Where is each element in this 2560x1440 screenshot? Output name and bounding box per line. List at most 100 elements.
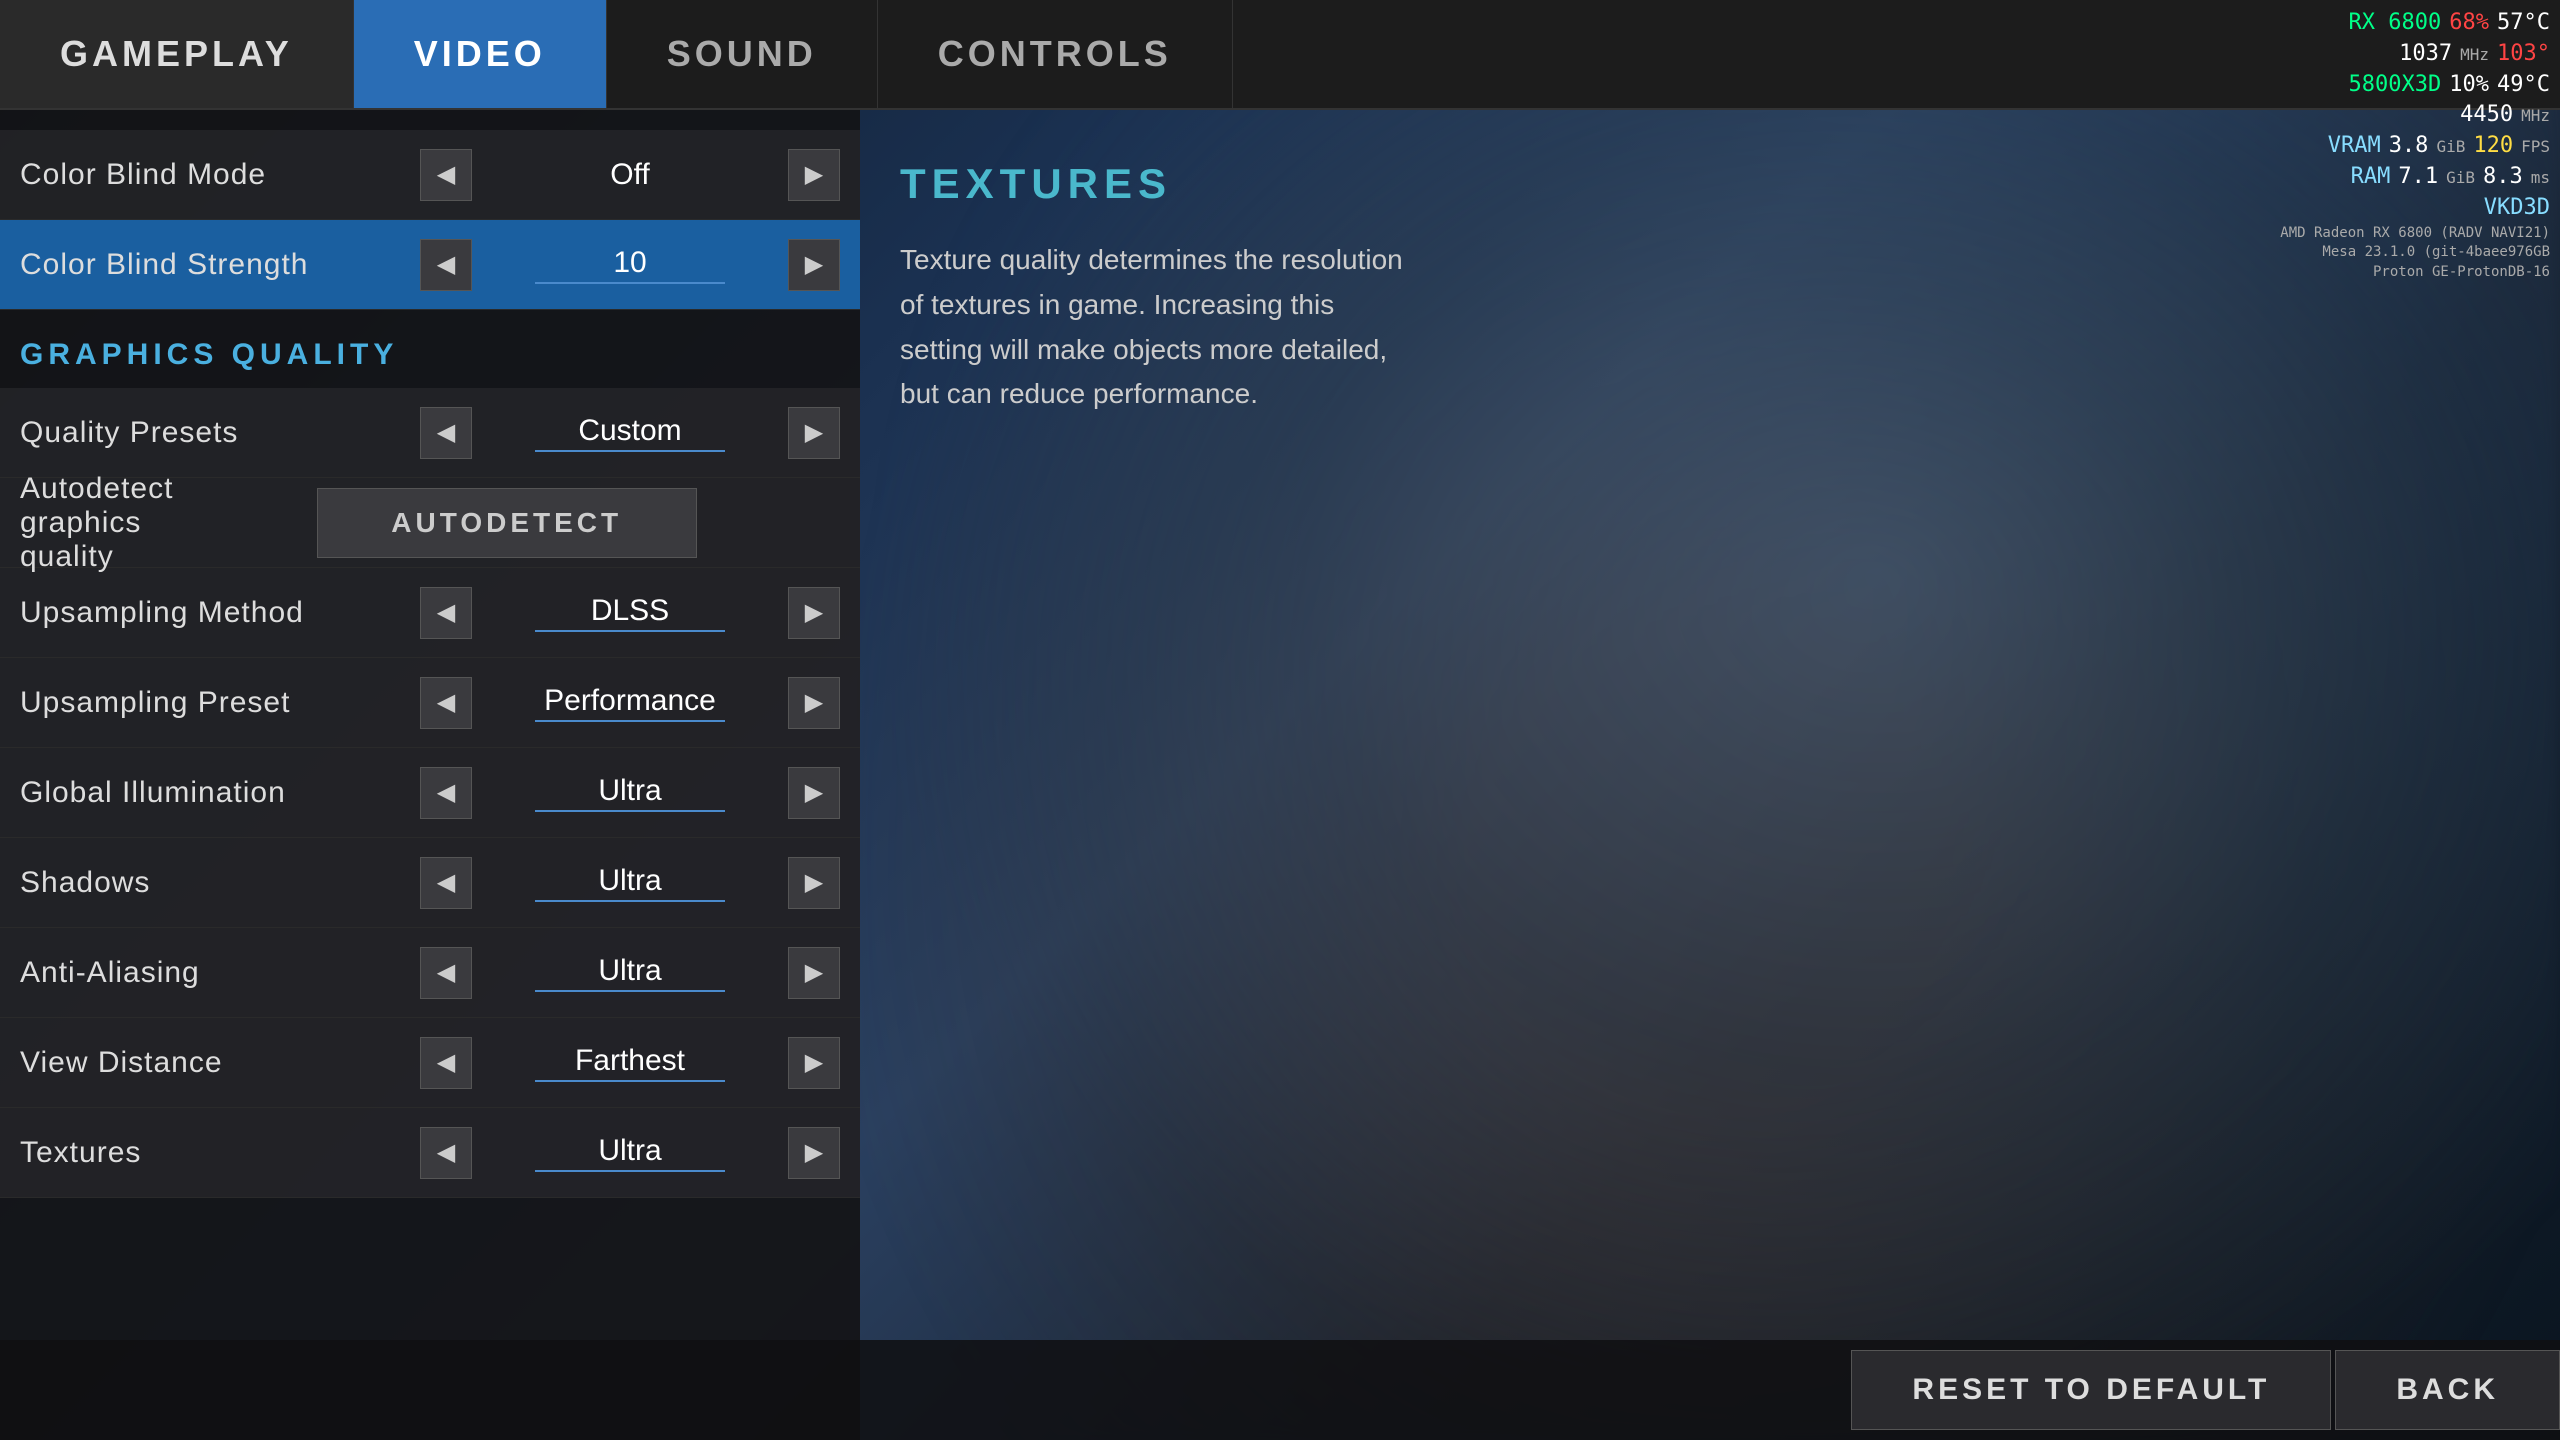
hud-mesa-info: Mesa 23.1.0 (git-4baee976GB xyxy=(2322,243,2550,263)
upsampling-preset-value: Performance xyxy=(472,684,788,722)
anti-aliasing-control: ◀ Ultra ▶ xyxy=(420,947,840,999)
hud-vram-val: 3.8 xyxy=(2389,131,2429,162)
setting-row-autodetect: Autodetect graphics quality AUTODETECT xyxy=(0,478,860,568)
textures-value: Ultra xyxy=(472,1134,788,1172)
hud-row-5: VRAM 3.8 GiB 120 FPS xyxy=(2280,131,2550,162)
quality-presets-label: Quality Presets xyxy=(20,416,420,450)
color-blind-strength-next[interactable]: ▶ xyxy=(788,239,840,291)
view-distance-prev[interactable]: ◀ xyxy=(420,1037,472,1089)
autodetect-label: Autodetect graphics quality xyxy=(20,472,173,574)
upsampling-preset-prev[interactable]: ◀ xyxy=(420,677,472,729)
hud-gpu-usage: 68% xyxy=(2449,8,2489,39)
color-blind-strength-control: ◀ 10 ▶ xyxy=(420,239,840,291)
setting-row-shadows: Shadows ◀ Ultra ▶ xyxy=(0,838,860,928)
quality-presets-prev[interactable]: ◀ xyxy=(420,407,472,459)
setting-row-color-blind-strength: Color Blind Strength ◀ 10 ▶ xyxy=(0,220,860,310)
upsampling-preset-next[interactable]: ▶ xyxy=(788,677,840,729)
color-blind-strength-label: Color Blind Strength xyxy=(20,248,420,282)
shadows-value: Ultra xyxy=(472,864,788,902)
hud-vram-label: VRAM xyxy=(2328,131,2381,162)
anti-aliasing-prev[interactable]: ◀ xyxy=(420,947,472,999)
textures-underline xyxy=(535,1170,725,1172)
hud-fps-val: 120 xyxy=(2473,131,2513,162)
hud-row-2: 1037 MHz 103° xyxy=(2280,39,2550,70)
global-illumination-underline xyxy=(535,810,725,812)
setting-row-global-illumination: Global Illumination ◀ Ultra ▶ xyxy=(0,748,860,838)
hud-vkd3d-label: VKD3D xyxy=(2484,193,2550,224)
hud-row-3: 5800X3D 10% 49°C xyxy=(2280,70,2550,101)
view-distance-control: ◀ Farthest ▶ xyxy=(420,1037,840,1089)
view-distance-underline xyxy=(535,1080,725,1082)
color-blind-mode-value: Off xyxy=(472,158,788,192)
hud-row-mesa: Mesa 23.1.0 (git-4baee976GB xyxy=(2280,243,2550,263)
hud-vram-unit: GiB xyxy=(2436,136,2465,158)
tab-video[interactable]: VIDEO xyxy=(354,0,607,108)
hud-ram-label: RAM xyxy=(2351,162,2391,193)
settings-scroll[interactable]: Color Blind Mode ◀ Off ▶ Color Blind Str… xyxy=(0,110,860,1440)
setting-row-textures: Textures ◀ Ultra ▶ xyxy=(0,1108,860,1198)
textures-prev[interactable]: ◀ xyxy=(420,1127,472,1179)
quality-presets-next[interactable]: ▶ xyxy=(788,407,840,459)
color-blind-strength-value: 10 xyxy=(472,246,788,284)
tab-gameplay[interactable]: GAMEPLAY xyxy=(0,0,354,108)
shadows-underline xyxy=(535,900,725,902)
global-illumination-control: ◀ Ultra ▶ xyxy=(420,767,840,819)
hud-ms-unit: ms xyxy=(2531,167,2550,189)
upsampling-method-underline xyxy=(535,630,725,632)
textures-control: ◀ Ultra ▶ xyxy=(420,1127,840,1179)
back-button[interactable]: BACK xyxy=(2335,1350,2560,1430)
main-container: GAMEPLAY VIDEO SOUND CONTROLS Color Blin… xyxy=(0,0,2560,1440)
hud-ram-val: 7.1 xyxy=(2398,162,2438,193)
info-panel: TEXTURES Texture quality determines the … xyxy=(860,110,1460,467)
global-illumination-label: Global Illumination xyxy=(20,776,420,810)
view-distance-next[interactable]: ▶ xyxy=(788,1037,840,1089)
upsampling-preset-control: ◀ Performance ▶ xyxy=(420,677,840,729)
graphics-quality-header: GRAPHICS QUALITY xyxy=(0,310,860,388)
setting-row-quality-presets: Quality Presets ◀ Custom ▶ xyxy=(0,388,860,478)
shadows-next[interactable]: ▶ xyxy=(788,857,840,909)
autodetect-button[interactable]: AUTODETECT xyxy=(317,488,697,558)
color-blind-mode-label: Color Blind Mode xyxy=(20,158,420,192)
hud-gpu-name: RX 6800 xyxy=(2349,8,2442,39)
hud-row-1: RX 6800 68% 57°C xyxy=(2280,8,2550,39)
settings-panel: Color Blind Mode ◀ Off ▶ Color Blind Str… xyxy=(0,110,860,1440)
hud-fps-unit: FPS xyxy=(2521,136,2550,158)
tab-sound[interactable]: SOUND xyxy=(607,0,878,108)
quality-presets-control: ◀ Custom ▶ xyxy=(420,407,840,459)
hud-row-4: 4450 MHz xyxy=(2280,100,2550,131)
global-illumination-prev[interactable]: ◀ xyxy=(420,767,472,819)
upsampling-method-prev[interactable]: ◀ xyxy=(420,587,472,639)
hud-row-sys: AMD Radeon RX 6800 (RADV NAVI21) xyxy=(2280,224,2550,244)
setting-row-upsampling-method: Upsampling Method ◀ DLSS ▶ xyxy=(0,568,860,658)
upsampling-method-next[interactable]: ▶ xyxy=(788,587,840,639)
anti-aliasing-next[interactable]: ▶ xyxy=(788,947,840,999)
hud-stats: RX 6800 68% 57°C 1037 MHz 103° 5800X3D 1… xyxy=(2280,8,2550,282)
textures-label: Textures xyxy=(20,1136,420,1170)
autodetect-control: AUTODETECT xyxy=(173,488,840,558)
hud-ram-unit: GiB xyxy=(2446,167,2475,189)
textures-next[interactable]: ▶ xyxy=(788,1127,840,1179)
color-blind-strength-prev[interactable]: ◀ xyxy=(420,239,472,291)
color-blind-mode-next[interactable]: ▶ xyxy=(788,149,840,201)
bottom-bar: RESET TO DEFAULT BACK xyxy=(0,1340,2560,1440)
shadows-label: Shadows xyxy=(20,866,420,900)
tab-controls[interactable]: CONTROLS xyxy=(878,0,1233,108)
setting-row-view-distance: View Distance ◀ Farthest ▶ xyxy=(0,1018,860,1108)
anti-aliasing-value: Ultra xyxy=(472,954,788,992)
upsampling-method-control: ◀ DLSS ▶ xyxy=(420,587,840,639)
quality-presets-value: Custom xyxy=(472,414,788,452)
global-illumination-next[interactable]: ▶ xyxy=(788,767,840,819)
color-blind-mode-prev[interactable]: ◀ xyxy=(420,149,472,201)
value-underline xyxy=(535,282,725,284)
hud-row-6: RAM 7.1 GiB 8.3 ms xyxy=(2280,162,2550,193)
view-distance-label: View Distance xyxy=(20,1046,420,1080)
hud-ms-val: 8.3 xyxy=(2483,162,2523,193)
view-distance-value: Farthest xyxy=(472,1044,788,1082)
hud-mem-clock-unit: MHz xyxy=(2521,105,2550,127)
anti-aliasing-underline xyxy=(535,990,725,992)
shadows-prev[interactable]: ◀ xyxy=(420,857,472,909)
hud-cpu-temp: 49°C xyxy=(2497,70,2550,101)
hud-cpu-clock: 5800X3D xyxy=(2349,70,2442,101)
reset-to-default-button[interactable]: RESET TO DEFAULT xyxy=(1851,1350,2331,1430)
hud-row-proton: Proton GE-ProtonDB-16 xyxy=(2280,263,2550,283)
